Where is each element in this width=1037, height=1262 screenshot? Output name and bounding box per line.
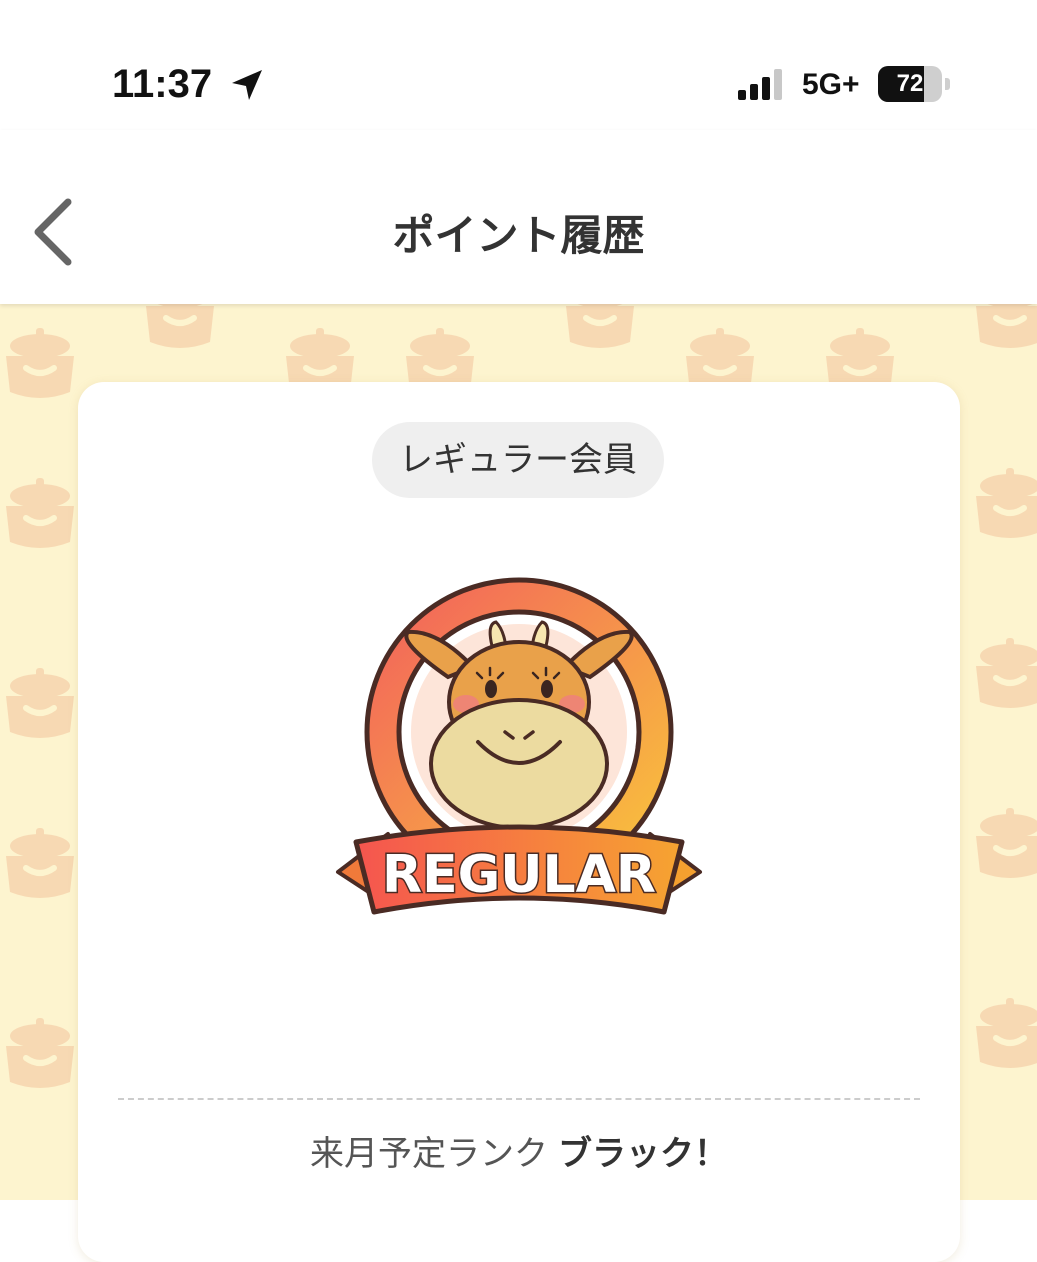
status-bar: 11:37 5G+ 72	[0, 0, 1037, 130]
cellular-signal-icon	[738, 69, 782, 100]
next-month-rank: 来月予定ランク ブラック！	[78, 1126, 960, 1175]
location-arrow-icon	[232, 70, 262, 100]
regular-rank-emblem: REGULAR	[336, 577, 702, 915]
network-type: 5G+	[802, 68, 860, 101]
rank-card: レギュラー会員 REGULAR 来月予定ランク ブラック！	[78, 382, 960, 1262]
status-time: 11:37	[112, 62, 213, 106]
page-title: ポイント履歴	[392, 211, 645, 260]
battery-icon: 72	[878, 66, 952, 102]
navigation-bar: ポイント履歴	[0, 130, 1037, 304]
next-rank-value: ブラック！	[558, 1134, 728, 1174]
badge-label: REGULAR	[382, 845, 656, 905]
next-rank-label: 来月予定ランク	[310, 1134, 548, 1174]
battery-percentage: 72	[896, 70, 924, 97]
divider	[118, 1098, 920, 1100]
member-rank-badge: レギュラー会員	[372, 422, 664, 498]
